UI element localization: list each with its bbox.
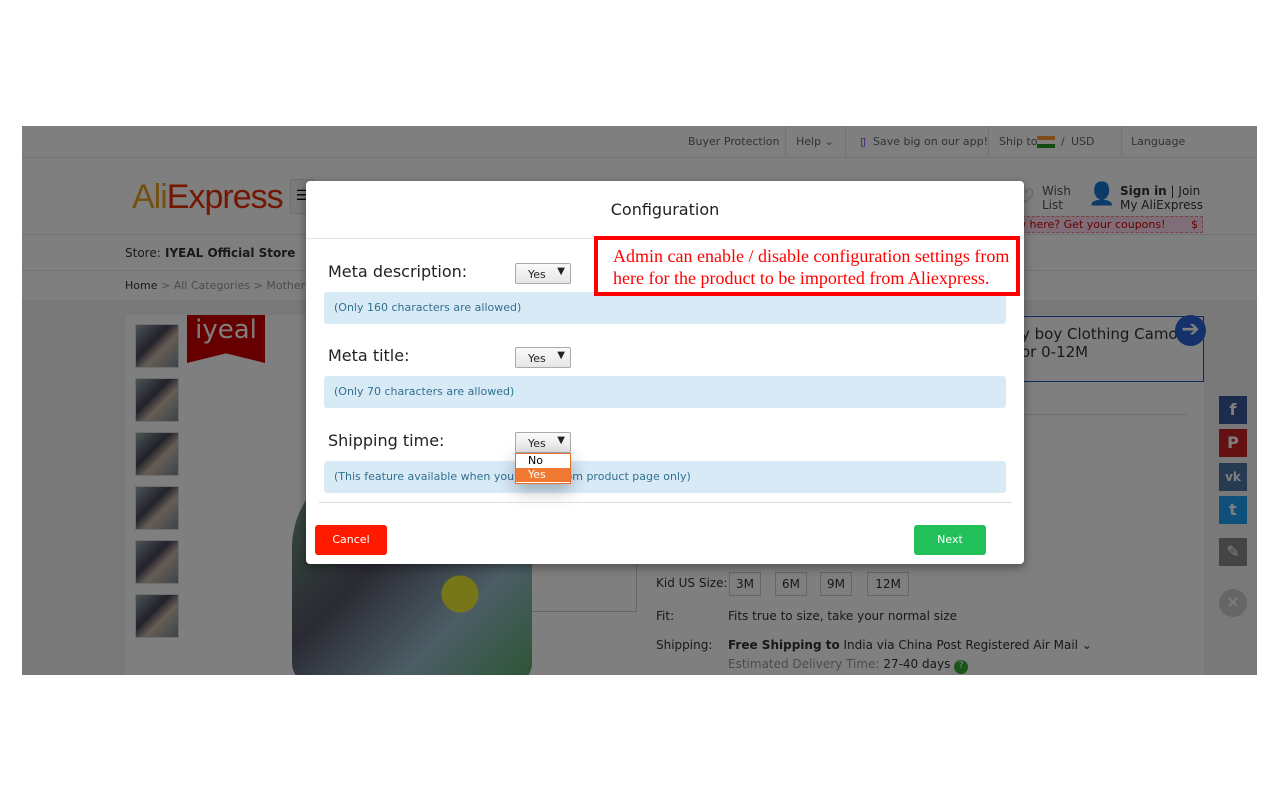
dropdown-arrow-icon: ▼ — [557, 350, 565, 361]
meta-title-hint: (Only 70 characters are allowed) — [324, 376, 1006, 408]
modal-title: Configuration — [306, 181, 1024, 239]
meta-description-label: Meta description: — [328, 262, 468, 281]
dropdown-arrow-icon: ▼ — [557, 266, 565, 277]
option-yes[interactable]: Yes — [516, 468, 570, 482]
dropdown-arrow-icon: ▼ — [557, 435, 565, 446]
shipping-time-select[interactable]: Yes ▼ — [515, 432, 571, 453]
next-button[interactable]: Next — [914, 525, 986, 555]
shipping-time-hint: (This feature available when you import … — [324, 461, 1006, 493]
meta-title-label: Meta title: — [328, 346, 410, 365]
annotation-callout: Admin can enable / disable configuration… — [594, 236, 1020, 296]
option-no[interactable]: No — [516, 454, 570, 468]
shipping-time-label: Shipping time: — [328, 431, 445, 450]
meta-description-hint: (Only 160 characters are allowed) — [324, 292, 1006, 324]
cancel-button[interactable]: Cancel — [315, 525, 387, 555]
meta-title-select[interactable]: Yes ▼ — [515, 347, 571, 368]
shipping-time-dropdown: No Yes — [515, 453, 571, 484]
meta-description-select[interactable]: Yes ▼ — [515, 263, 571, 284]
